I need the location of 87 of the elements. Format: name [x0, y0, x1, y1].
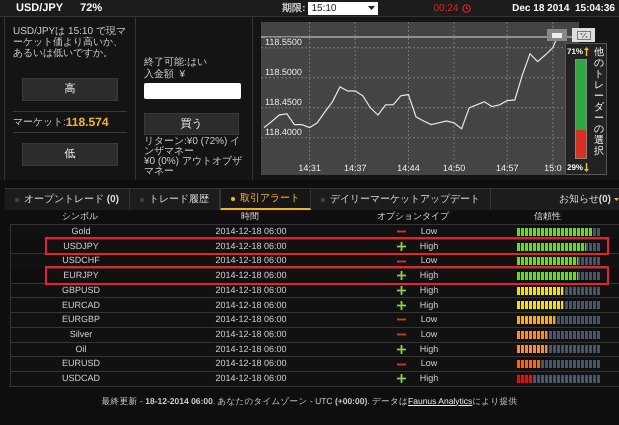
time-cell-text: 2014-12-18 06:00: [214, 298, 288, 312]
market-label: マーケット:: [13, 116, 66, 130]
chat-icon: [552, 32, 562, 38]
time-cell-text: 2014-12-18 06:00: [214, 372, 288, 385]
notifications-link[interactable]: お知らせ(0): [558, 189, 611, 210]
y-tick-label: 118.5500: [265, 36, 302, 47]
tab[interactable]: デイリーマーケットアップデート: [311, 189, 492, 210]
source-link[interactable]: Faunus Analytics: [408, 396, 472, 406]
question-text: USD/JPYは 15:10 で現マーケット価より高いか、あるいは低いですか。: [13, 26, 127, 61]
buy-button[interactable]: 買う: [144, 113, 239, 135]
option-type-cell-text: High: [418, 372, 440, 385]
symbol-cell-text: EURCAD: [62, 298, 100, 312]
expiry-select[interactable]: 15:10: [308, 2, 378, 14]
plus-icon: [397, 242, 406, 252]
option-type-cell-text: High: [418, 284, 440, 297]
symbol-cell-text: USDCAD: [62, 372, 100, 385]
y-tick-label: 118.4500: [265, 96, 302, 107]
up-arrow-icon: [584, 47, 589, 56]
plus-icon: [397, 286, 406, 296]
expiry-label: 期限:: [282, 2, 306, 16]
footer-text: 最終更新 - 18-12-2014 06:00. あなたのタイムゾーン - UTC (+00:00). データはFaunus Analyticsにより提供: [100, 394, 518, 408]
column-header: シンボル: [61, 210, 99, 224]
pair-name: USD/JPY: [16, 0, 64, 16]
column-header: オプションタイプ: [376, 210, 450, 224]
symbol-cell-text: USDJPY: [63, 240, 99, 253]
up-share: 71%: [567, 46, 584, 58]
time-cell-text: 2014-12-18 06:00: [214, 328, 288, 341]
option-type-cell-text: Low: [420, 225, 438, 238]
symbol-cell-text: EURGBP: [62, 313, 100, 326]
payout-percent: 72%: [80, 0, 102, 16]
x-tick-label: 14:44: [397, 163, 420, 173]
column-header: 時間: [240, 210, 260, 224]
return-in-text: リターン:¥0 (72%) インザマネー: [144, 137, 240, 157]
low-button[interactable]: 低: [22, 143, 118, 166]
time-cell-text: 2014-12-18 06:00: [214, 225, 288, 238]
option-type-cell-text: High: [418, 240, 440, 253]
closable-status: 終了可能:はい: [144, 57, 208, 68]
chat-button[interactable]: [547, 29, 567, 41]
plus-icon: [397, 271, 406, 280]
option-type-cell-text: Low: [420, 313, 438, 326]
high-button[interactable]: 高: [22, 78, 118, 101]
plus-icon: [397, 300, 406, 310]
plus-icon: [397, 374, 406, 384]
x-tick-label: 14:57: [496, 163, 518, 173]
option-type-cell-text: Low: [420, 254, 438, 268]
plus-icon: [397, 344, 406, 354]
caret-icon: [614, 198, 619, 201]
symbol-cell-text: EURUSD: [62, 357, 100, 370]
down-share: 29%: [567, 162, 584, 174]
time-cell-text: 2014-12-18 06:00: [214, 357, 288, 370]
percent-button[interactable]: [572, 28, 595, 42]
countdown-timer: 00:24: [433, 2, 458, 16]
amount-field[interactable]: [144, 83, 241, 99]
x-tick-label: 15:0: [544, 163, 562, 173]
symbol-cell-text: Silver: [70, 328, 92, 341]
x-tick-label: 14:31: [298, 163, 321, 173]
sentiment-caption: 他のトレーダーの選択: [594, 47, 604, 157]
date-time: Dec 18 2014 15:04:36: [512, 2, 615, 16]
option-type-cell-text: Low: [420, 357, 438, 370]
time-cell-text: 2014-12-18 06:00: [214, 313, 288, 326]
symbol-cell-text: Oil: [76, 342, 86, 356]
caret-icon: [368, 6, 376, 10]
y-tick-label: 118.4000: [265, 126, 302, 137]
time-cell-text: 2014-12-18 06:00: [214, 269, 288, 282]
tab[interactable]: オープントレード (0): [5, 189, 130, 210]
column-header: 信頼性: [533, 210, 562, 224]
return-out-text: ¥0 (0%) アウトオブザマネー: [144, 157, 243, 177]
time-cell-text: 2014-12-18 06:00: [214, 284, 288, 297]
y-tick-label: 118.5000: [265, 66, 302, 77]
symbol-cell-text: USDCHF: [62, 254, 100, 268]
market-price: 118.574: [66, 114, 108, 131]
option-type-cell-text: High: [418, 298, 440, 312]
down-arrow-icon: [584, 163, 589, 172]
time-cell-text: 2014-12-18 06:00: [214, 342, 288, 356]
symbol-cell-text: EURJPY: [63, 269, 99, 282]
x-tick-label: 14:37: [344, 163, 366, 173]
option-type-cell-text: High: [418, 269, 440, 282]
amount-label: 入金額 ¥: [144, 69, 186, 81]
time-cell-text: 2014-12-18 06:00: [214, 240, 288, 253]
time-cell-text: 2014-12-18 06:00: [214, 254, 288, 268]
option-type-cell-text: High: [418, 342, 440, 356]
x-tick-label: 14:50: [442, 163, 466, 173]
tab[interactable]: 取引アラート: [220, 189, 312, 210]
symbol-cell-text: Gold: [71, 225, 90, 238]
clock-icon: [462, 4, 472, 12]
symbol-cell-text: GBPUSD: [62, 284, 100, 297]
option-type-cell-text: Low: [420, 328, 438, 341]
